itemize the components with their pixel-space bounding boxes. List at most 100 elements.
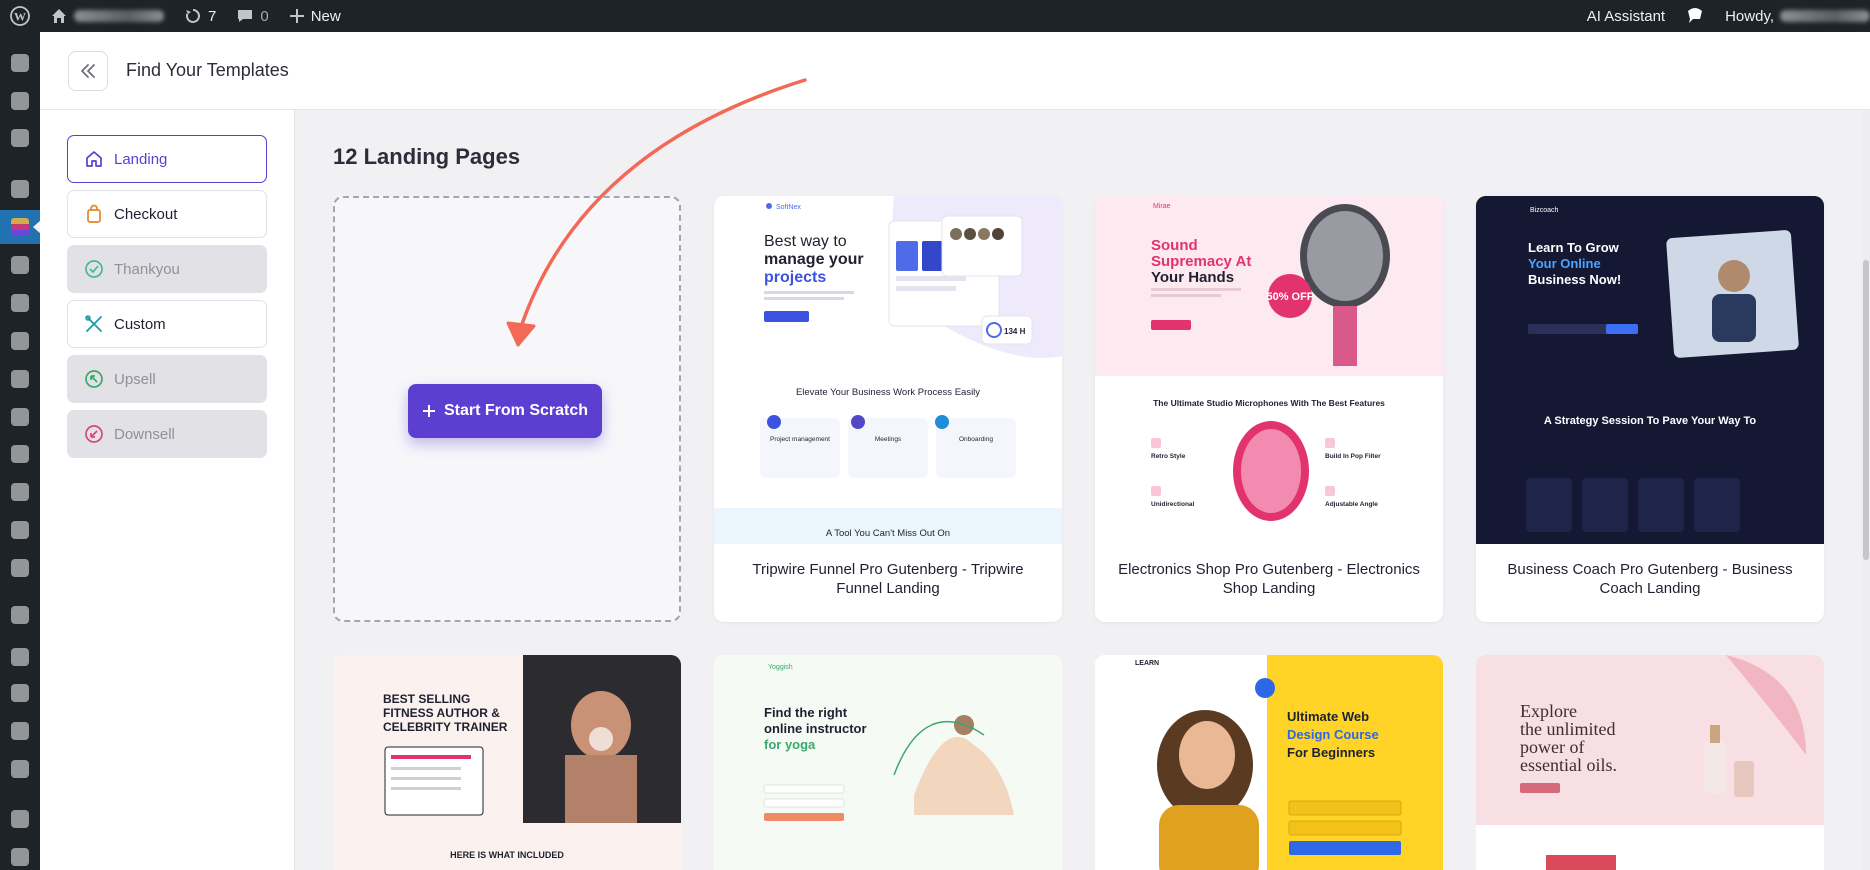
template-preview: Yoggish Find the right online instructor… xyxy=(714,655,1062,870)
template-card-electronics[interactable]: Mirae Sound Supremacy At Your Hands 50% … xyxy=(1095,196,1443,622)
preview-headline-2: manage your xyxy=(764,251,864,268)
forms-menu-icon[interactable] xyxy=(0,513,40,547)
woo-menu-icon[interactable] xyxy=(0,598,40,632)
preview-brand: Mirae xyxy=(1153,203,1171,210)
template-card-essential-oils[interactable]: Explore the unlimited power of essential… xyxy=(1476,655,1824,870)
posts-pin-menu-icon[interactable] xyxy=(0,172,40,206)
pin-menu-icon[interactable] xyxy=(0,437,40,471)
collapse-button[interactable] xyxy=(68,50,108,91)
plugins-menu-icon[interactable] xyxy=(0,840,40,870)
table-menu-icon[interactable] xyxy=(0,551,40,585)
shop-menu-icon[interactable] xyxy=(0,362,40,396)
appearance-menu-icon[interactable] xyxy=(0,802,40,836)
preview-badge: 50% OFF xyxy=(1266,291,1313,303)
ai-assistant-link[interactable]: AI Assistant xyxy=(1577,0,1675,32)
preview-section-title: A Strategy Session To Pave Your Way To xyxy=(1544,415,1757,427)
pages-menu-icon[interactable] xyxy=(0,324,40,358)
page-title: Find Your Templates xyxy=(126,60,289,80)
preview-headline-2: Your Online xyxy=(1528,256,1601,271)
notification-icon[interactable] xyxy=(1675,0,1715,32)
updates-link[interactable]: 7 xyxy=(174,0,226,32)
preview-section-title: Elevate Your Business Work Process Easil… xyxy=(796,387,980,398)
preview-headline-3: CELEBRITY TRAINER xyxy=(383,720,508,734)
start-from-scratch-button[interactable]: Start From Scratch xyxy=(408,384,602,438)
bolt-menu-icon[interactable] xyxy=(0,121,40,155)
svg-text:W: W xyxy=(14,10,26,24)
start-from-scratch-card[interactable]: Start From Scratch xyxy=(333,196,681,622)
mail-menu-icon[interactable] xyxy=(0,84,40,118)
template-card-business-coach[interactable]: Bizcoach Learn To Grow Your Online Busin… xyxy=(1476,196,1824,622)
preview-headline-1: BEST SELLING xyxy=(383,692,470,706)
preview-headline-3: Your Hands xyxy=(1151,269,1234,286)
category-label: Landing xyxy=(114,150,168,168)
category-label: Custom xyxy=(114,315,166,333)
check-circle-icon xyxy=(84,259,104,279)
template-preview: Mirae Sound Supremacy At Your Hands 50% … xyxy=(1095,196,1443,544)
marketing-menu-icon[interactable] xyxy=(0,752,40,786)
preview-section-title: The Ultimate Studio Microphones With The… xyxy=(1153,398,1385,408)
updates-count: 7 xyxy=(208,7,217,25)
template-preview: BEST SELLING FITNESS AUTHOR & CELEBRITY … xyxy=(333,655,681,870)
my-account-link[interactable]: Howdy, xyxy=(1715,0,1870,32)
category-custom[interactable]: Custom xyxy=(67,300,267,348)
template-card-fitness[interactable]: BEST SELLING FITNESS AUTHOR & CELEBRITY … xyxy=(333,655,681,870)
preview-headline-2: FITNESS AUTHOR & xyxy=(383,706,500,720)
preview-headline-1: Explore xyxy=(1520,701,1577,721)
category-upsell[interactable]: Upsell xyxy=(67,355,267,403)
comments-menu-icon[interactable] xyxy=(0,400,40,434)
preview-headline-2: online instructor xyxy=(764,721,867,736)
category-checkout[interactable]: Checkout xyxy=(67,190,267,238)
preview-headline-4: essential oils. xyxy=(1520,755,1617,775)
preview-brand: Bizcoach xyxy=(1530,207,1559,214)
category-downsell[interactable]: Downsell xyxy=(67,410,267,458)
preview-feature-1: Project management xyxy=(770,436,830,443)
page-scrollbar[interactable] xyxy=(1862,110,1870,870)
dashboard-menu-icon[interactable] xyxy=(0,46,40,80)
preview-headline-1: Best way to xyxy=(764,233,847,250)
template-name: Business Coach Pro Gutenberg - Business … xyxy=(1507,561,1793,597)
analytics-menu-icon[interactable] xyxy=(0,714,40,748)
template-preview: SoftNex Best way to manage your projects… xyxy=(714,196,1062,544)
wordpress-logo-icon[interactable]: W xyxy=(0,0,40,32)
home-icon xyxy=(84,149,104,169)
archive-menu-icon[interactable] xyxy=(0,640,40,674)
template-card-tripwire[interactable]: SoftNex Best way to manage your projects… xyxy=(714,196,1062,622)
comments-link[interactable]: 0 xyxy=(226,0,278,32)
username-blurred xyxy=(1780,10,1870,22)
funnel-builder-menu-icon[interactable] xyxy=(0,210,41,244)
template-name: Electronics Shop Pro Gutenberg - Electro… xyxy=(1118,561,1420,597)
templates-count-title: 12 Landing Pages xyxy=(333,144,521,169)
preview-headline-1: Ultimate Web xyxy=(1287,709,1369,724)
links-menu-icon[interactable] xyxy=(0,286,40,320)
category-landing[interactable]: Landing xyxy=(67,135,267,183)
preview-headline-3: for yoga xyxy=(764,737,816,752)
preview-sub: HERE IS WHAT INCLUDED xyxy=(450,850,564,860)
category-label: Downsell xyxy=(114,425,175,443)
site-name-blurred xyxy=(74,10,164,22)
payments-menu-icon[interactable] xyxy=(0,676,40,710)
preview-feature-4: Adjustable Angle xyxy=(1325,501,1378,508)
dollar-menu-icon[interactable] xyxy=(0,475,40,509)
ai-assistant-label: AI Assistant xyxy=(1586,7,1666,25)
preview-stat: 134 H xyxy=(1004,327,1026,336)
new-label: New xyxy=(310,7,341,25)
new-content-link[interactable]: New xyxy=(279,0,351,32)
template-card-web-design[interactable]: LEARN Ultimate Web Design Course For Beg… xyxy=(1095,655,1443,870)
template-card-yoga[interactable]: Yoggish Find the right online instructor… xyxy=(714,655,1062,870)
arrow-down-left-circle-icon xyxy=(84,424,104,444)
site-name-link[interactable] xyxy=(40,0,174,32)
category-label: Upsell xyxy=(114,370,156,388)
scrollbar-thumb[interactable] xyxy=(1863,260,1869,560)
category-thankyou[interactable]: Thankyou xyxy=(67,245,267,293)
preview-feature-3: Onboarding xyxy=(959,436,993,443)
comments-count: 0 xyxy=(260,7,269,25)
preview-headline-3: power of xyxy=(1520,737,1584,757)
media-menu-icon[interactable] xyxy=(0,248,40,282)
category-label: Thankyou xyxy=(114,260,180,278)
preview-headline-3: projects xyxy=(764,269,826,286)
template-name: Tripwire Funnel Pro Gutenberg - Tripwire… xyxy=(752,561,1024,597)
templates-main: 12 Landing Pages Start From Scratch Soft… xyxy=(296,110,1870,870)
bag-icon xyxy=(84,204,104,224)
updates-icon xyxy=(185,9,200,23)
preview-headline-2: Supremacy At xyxy=(1151,253,1251,270)
